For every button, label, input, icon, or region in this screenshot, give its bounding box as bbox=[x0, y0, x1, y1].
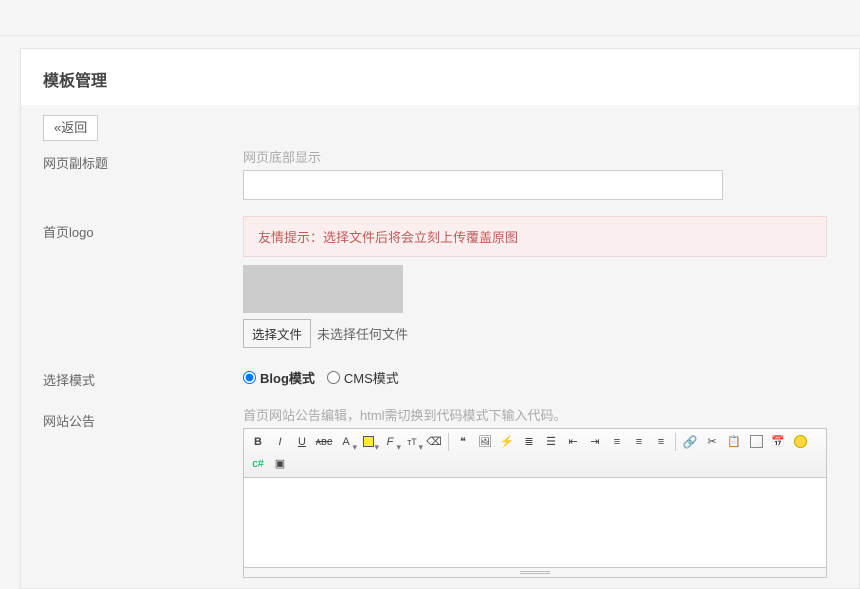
logo-preview bbox=[243, 265, 403, 313]
aligncenter-icon[interactable]: ≡ bbox=[629, 432, 649, 452]
removeformat-icon[interactable]: ⌫ bbox=[424, 432, 444, 452]
separator-icon bbox=[675, 433, 676, 451]
row-announce: 网站公告 首页网站公告编辑，html需切换到代码模式下输入代码。 B I U ᴀ… bbox=[21, 399, 859, 588]
unlink-icon[interactable]: ✂ bbox=[702, 432, 722, 452]
editor-body[interactable] bbox=[243, 478, 827, 568]
underline-icon[interactable]: U bbox=[292, 432, 312, 452]
hint-subtitle: 网页底部显示 bbox=[243, 147, 837, 170]
label-mode: 选择模式 bbox=[43, 364, 243, 389]
radio-blog-label: Blog模式 bbox=[260, 368, 315, 387]
code-icon[interactable]: c# bbox=[248, 454, 268, 474]
link-icon[interactable]: 🔗 bbox=[680, 432, 700, 452]
alert-logo: 友情提示：选择文件后将会立刻上传覆盖原图 bbox=[243, 216, 827, 257]
indent-icon[interactable]: ⇥ bbox=[585, 432, 605, 452]
more-icon[interactable]: ▣ bbox=[270, 454, 290, 474]
table-icon[interactable] bbox=[746, 432, 766, 452]
content-area: «返回 网页副标题 网页底部显示 首页logo 友情提示：选择文件后将会立刻上传… bbox=[21, 105, 859, 588]
back-button[interactable]: «返回 bbox=[43, 115, 98, 141]
fontsize-icon[interactable]: ᴛT▾ bbox=[402, 432, 422, 452]
outdent-icon[interactable]: ⇤ bbox=[563, 432, 583, 452]
strikethrough-icon[interactable]: ᴀʙᴄ bbox=[314, 432, 334, 452]
input-subtitle[interactable] bbox=[243, 170, 723, 200]
radio-blog-input[interactable] bbox=[243, 371, 256, 384]
date-icon[interactable]: 📅 bbox=[768, 432, 788, 452]
fontcolor-icon[interactable]: A▾ bbox=[336, 432, 356, 452]
file-choose-button[interactable]: 选择文件 bbox=[243, 319, 311, 348]
row-logo: 首页logo 友情提示：选择文件后将会立刻上传覆盖原图 选择文件 未选择任何文件 bbox=[21, 210, 859, 358]
paste-icon[interactable]: 📋 bbox=[724, 432, 744, 452]
label-logo: 首页logo bbox=[43, 216, 243, 241]
radio-cms[interactable]: CMS模式 bbox=[327, 368, 399, 387]
bold-icon[interactable]: B bbox=[248, 432, 268, 452]
blockquote-icon[interactable]: ❝ bbox=[453, 432, 473, 452]
orderedlist-icon[interactable]: ≣ bbox=[519, 432, 539, 452]
alignright-icon[interactable]: ≡ bbox=[651, 432, 671, 452]
hint-announce: 首页网站公告编辑，html需切换到代码模式下输入代码。 bbox=[243, 405, 827, 428]
separator-icon bbox=[448, 433, 449, 451]
label-subtitle: 网页副标题 bbox=[43, 147, 243, 172]
label-announce: 网站公告 bbox=[43, 405, 243, 430]
smiley-icon[interactable] bbox=[790, 432, 810, 452]
editor-resize-handle[interactable] bbox=[243, 568, 827, 578]
radio-cms-label: CMS模式 bbox=[344, 368, 399, 387]
unorderedlist-icon[interactable]: ☰ bbox=[541, 432, 561, 452]
row-subtitle: 网页副标题 网页底部显示 bbox=[21, 141, 859, 210]
editor-toolbar: B I U ᴀʙᴄ A▾ ▾ F▾ ᴛT▾ ⌫ ❝ 🖼 ⚡ ≣ ☰ ⇤ ⇥ bbox=[243, 428, 827, 478]
image-icon[interactable]: 🖼 bbox=[475, 432, 495, 452]
main-panel: 模板管理 «返回 网页副标题 网页底部显示 首页logo 友情提示：选择文件后将… bbox=[20, 48, 860, 589]
file-status-text: 未选择任何文件 bbox=[317, 324, 408, 343]
bgcolor-icon[interactable]: ▾ bbox=[358, 432, 378, 452]
radio-cms-input[interactable] bbox=[327, 371, 340, 384]
flash-icon[interactable]: ⚡ bbox=[497, 432, 517, 452]
alignleft-icon[interactable]: ≡ bbox=[607, 432, 627, 452]
radio-blog[interactable]: Blog模式 bbox=[243, 368, 315, 387]
page-title: 模板管理 bbox=[21, 49, 859, 105]
italic-icon[interactable]: I bbox=[270, 432, 290, 452]
row-mode: 选择模式 Blog模式 CMS模式 bbox=[21, 358, 859, 399]
fontfamily-icon[interactable]: F▾ bbox=[380, 432, 400, 452]
top-bar bbox=[0, 0, 860, 36]
